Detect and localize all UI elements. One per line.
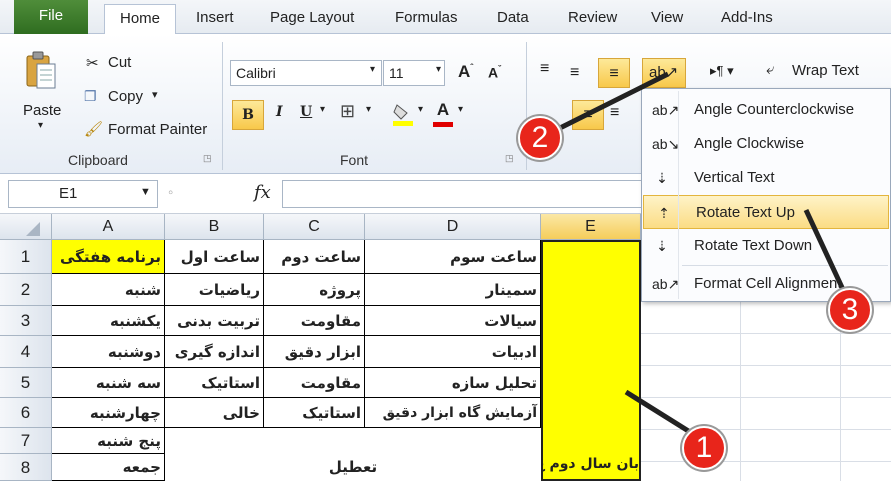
callout-badge-2: 2 [518,116,562,160]
callout-badge-1: 1 [682,426,726,470]
callout-badge-3: 3 [828,288,872,332]
callout-arrows [554,71,849,435]
